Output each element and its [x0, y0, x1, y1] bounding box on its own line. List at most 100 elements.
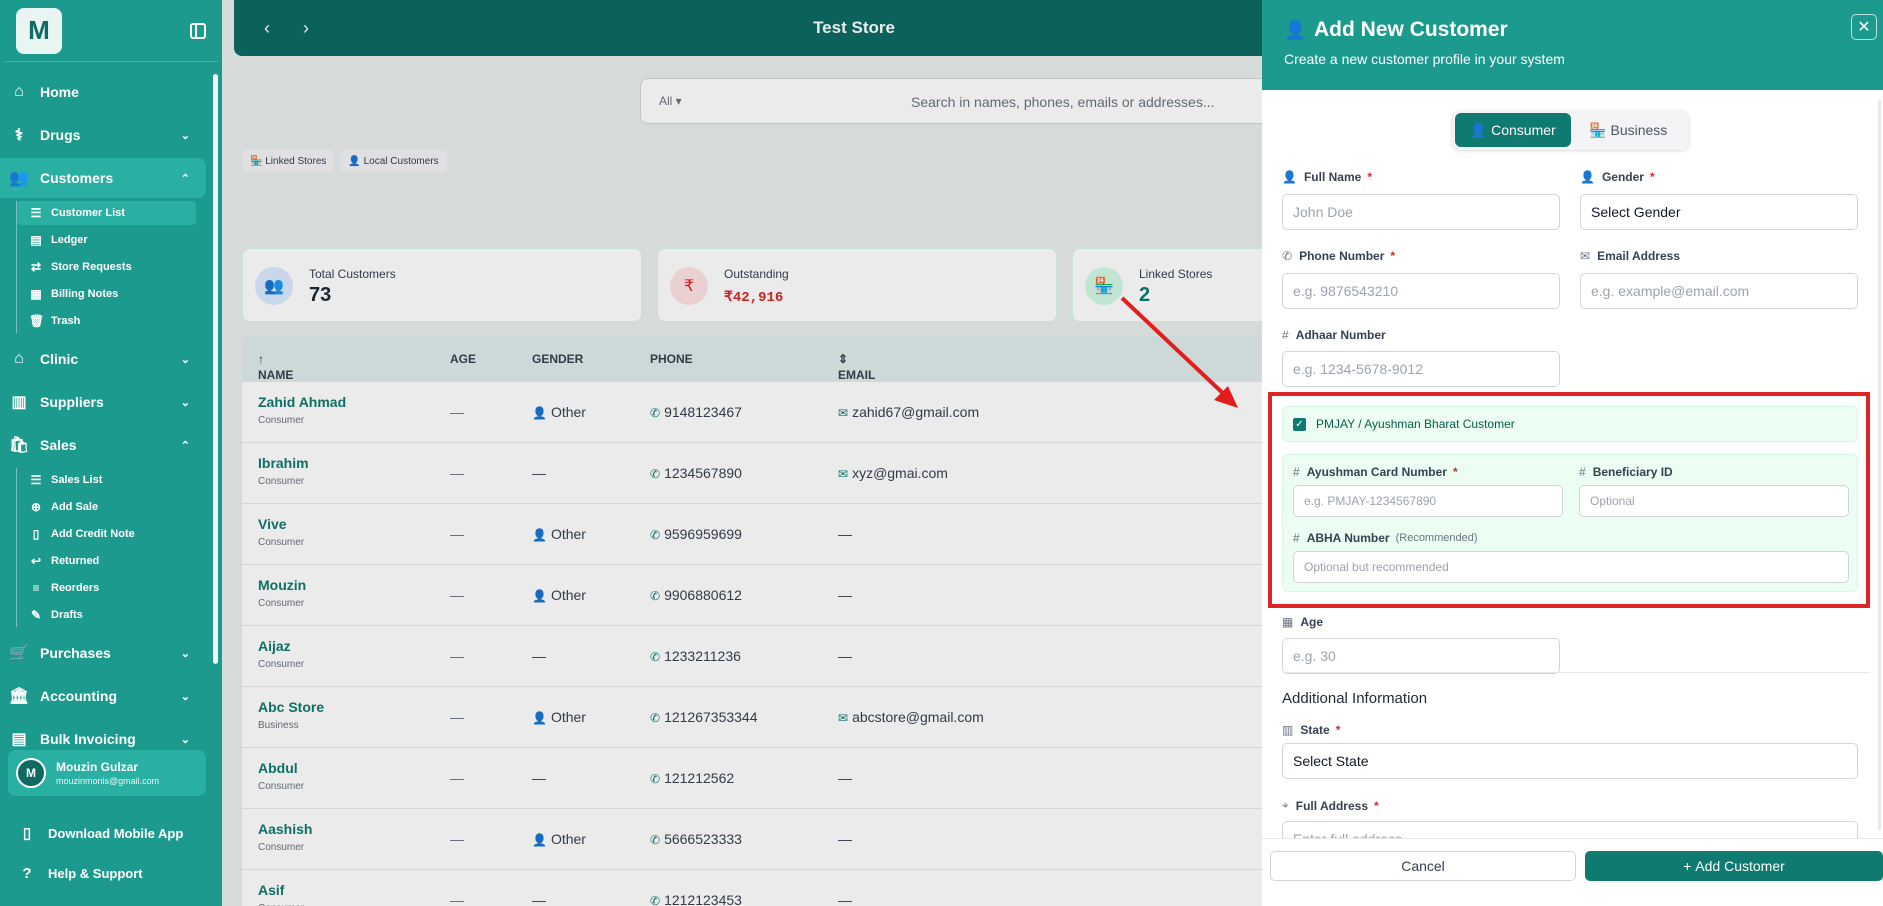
user-card[interactable]: M Mouzin Gulzar mouzinmonis@gmail.com: [8, 750, 206, 796]
tab-consumer[interactable]: 👤 Consumer: [1455, 113, 1571, 147]
hash-icon: #: [1293, 465, 1300, 479]
sidebar-sub-drafts[interactable]: ✎ Drafts: [17, 603, 196, 627]
user-icon: 👤: [1580, 170, 1595, 184]
sidebar-item-drugs[interactable]: ⚕ Drugs ⌄: [0, 115, 206, 155]
panel-footer: Cancel + Add Customer: [1262, 838, 1883, 906]
chevron-up-icon: ⌃: [180, 439, 190, 452]
chevron-down-icon: ⌄: [180, 129, 190, 142]
abha-label: # ABHA Number (Recommended): [1293, 531, 1478, 545]
sidebar-sub-returned[interactable]: ↩ Returned: [17, 549, 196, 573]
phone-label: ✆ Phone Number *: [1282, 249, 1396, 263]
return-icon: ↩: [30, 554, 42, 568]
user-icon: 👤: [1284, 20, 1307, 40]
plus-circle-icon: ⊕: [30, 500, 42, 514]
mail-icon: ✉: [1580, 249, 1591, 263]
invoice-icon: ▤: [11, 731, 27, 748]
sidebar-sub-sales-list[interactable]: ☰ Sales List: [17, 468, 196, 492]
sales-submenu: ☰ Sales List ⊕ Add Sale ▯ Add Credit Note ↩…: [16, 468, 210, 627]
sidebar-item-clinic[interactable]: ⌂ Clinic ⌄: [0, 339, 206, 379]
location-pin-icon: ⌖: [1282, 798, 1289, 812]
address-input[interactable]: Enter full address: [1282, 821, 1858, 838]
customer-type-toggle: 👤 Consumer 🏪 Business: [1452, 110, 1689, 150]
sidebar-scrollbar[interactable]: [213, 74, 218, 664]
sidebar-nav: ⌂ Home ⚕ Drugs ⌄ 👥 Customers ⌃ ☰ Customer List…: [0, 72, 210, 752]
sidebar-item-sales[interactable]: 🛍 Sales ⌃: [0, 425, 206, 465]
section-additional-info: Additional Information: [1282, 690, 1428, 707]
customers-submenu: ☰ Customer List ▤ Ledger ⇄ Store Requests ▦…: [16, 201, 210, 333]
bank-icon: 🏛: [8, 688, 30, 705]
sidebar-item-suppliers[interactable]: ▥ Suppliers ⌄: [0, 382, 206, 422]
panel-body: 👤 Consumer 🏪 Business 👤 Full Name * John D…: [1262, 90, 1883, 838]
state-label: ▥ State *: [1282, 723, 1341, 737]
annotation-arrow: [1120, 296, 1238, 408]
calendar-icon: ▦: [1282, 615, 1294, 629]
abha-input[interactable]: Optional but recommended: [1293, 551, 1849, 583]
sidebar-sub-store-requests[interactable]: ⇄ Store Requests: [17, 255, 196, 279]
email-input[interactable]: e.g. example@email.com: [1580, 273, 1858, 309]
sidebar-sub-add-credit-note[interactable]: ▯ Add Credit Note: [17, 522, 196, 546]
cart-icon: 🛒: [9, 645, 29, 662]
age-label: ▦ Age: [1282, 615, 1324, 629]
sidebar: M ⌂ Home ⚕ Drugs ⌄ 👥 Customers ⌃ ☰ Customer Li…: [0, 0, 222, 906]
pmjay-checkbox-row[interactable]: ✓ PMJAY / Ayushman Bharat Customer: [1282, 406, 1858, 442]
phone-input[interactable]: e.g. 9876543210: [1282, 273, 1560, 309]
collapse-sidebar-icon[interactable]: [190, 22, 206, 39]
edit-icon: ✎: [30, 608, 42, 622]
chevron-down-icon: ⌄: [180, 353, 190, 366]
reorder-icon: ≡: [32, 581, 40, 595]
beneficiary-label: # Beneficiary ID: [1579, 465, 1673, 479]
adhaar-label: # Adhaar Number: [1282, 328, 1386, 342]
plus-icon: +: [1683, 858, 1696, 874]
home-icon: ⌂: [14, 83, 24, 100]
sidebar-sub-reorders[interactable]: ≡ Reorders: [17, 576, 196, 600]
help-icon: ?: [22, 865, 32, 882]
sidebar-item-accounting[interactable]: 🏛 Accounting ⌄: [0, 676, 206, 716]
building-icon: ▥: [11, 394, 27, 411]
full-name-input[interactable]: John Doe: [1282, 194, 1560, 230]
app-logo[interactable]: M: [16, 7, 62, 54]
tab-business[interactable]: 🏪 Business: [1571, 113, 1687, 147]
panel-header: 👤 Add New Customer Create a new customer…: [1262, 0, 1883, 90]
sidebar-sub-billing-notes[interactable]: ▦ Billing Notes: [17, 282, 196, 306]
pill-icon: ⚕: [14, 127, 24, 144]
help-link[interactable]: ? Help & Support: [18, 865, 142, 882]
ayushman-input[interactable]: e.g. PMJAY-1234567890: [1293, 485, 1563, 517]
document-icon: ▯: [32, 527, 40, 541]
sidebar-item-customers[interactable]: 👥 Customers ⌃: [0, 158, 206, 198]
hash-icon: #: [1282, 328, 1289, 342]
address-label: ⌖ Full Address *: [1282, 798, 1379, 813]
beneficiary-input[interactable]: Optional: [1579, 485, 1849, 517]
close-icon[interactable]: ✕: [1851, 14, 1877, 40]
sidebar-sub-customer-list[interactable]: ☰ Customer List: [17, 201, 196, 225]
chevron-down-icon: ⌄: [180, 396, 190, 409]
age-input[interactable]: e.g. 30: [1282, 638, 1560, 674]
add-customer-panel: 👤 Add New Customer Create a new customer…: [1262, 0, 1883, 906]
sidebar-item-home[interactable]: ⌂ Home: [0, 72, 206, 112]
divider: [1282, 672, 1870, 673]
sidebar-sub-ledger[interactable]: ▤ Ledger: [17, 228, 196, 252]
gender-label: 👤 Gender *: [1580, 170, 1655, 184]
chevron-up-icon: ⌃: [180, 172, 190, 185]
list-icon: ☰: [30, 473, 42, 487]
sidebar-sub-add-sale[interactable]: ⊕ Add Sale: [17, 495, 196, 519]
book-icon: ▤: [30, 233, 42, 247]
trash-icon: 🗑: [29, 314, 45, 328]
gender-select[interactable]: Select Gender: [1580, 194, 1858, 230]
cancel-button[interactable]: Cancel: [1270, 851, 1576, 881]
user-name: Mouzin Gulzar: [56, 760, 138, 774]
store-request-icon: ⇄: [30, 260, 42, 274]
phone-icon: ✆: [1282, 249, 1293, 263]
panel-scrollbar[interactable]: [1878, 100, 1881, 830]
sidebar-item-bulk-invoicing[interactable]: ▤ Bulk Invoicing ⌄: [0, 719, 206, 752]
check-icon[interactable]: ✓: [1293, 417, 1306, 431]
sidebar-item-purchases[interactable]: 🛒 Purchases ⌄: [0, 633, 206, 673]
pmjay-details: # Ayushman Card Number * e.g. PMJAY-123456…: [1282, 454, 1858, 592]
user-icon: 👤: [1282, 170, 1297, 184]
bag-icon: 🛍: [8, 437, 30, 454]
adhaar-input[interactable]: e.g. 1234-5678-9012: [1282, 351, 1560, 387]
state-select[interactable]: Select State: [1282, 743, 1858, 779]
download-app-link[interactable]: ▯ Download Mobile App: [18, 824, 183, 842]
add-customer-button[interactable]: + Add Customer: [1585, 851, 1883, 881]
notes-icon: ▦: [30, 287, 42, 301]
sidebar-sub-trash[interactable]: 🗑 Trash: [17, 309, 196, 333]
